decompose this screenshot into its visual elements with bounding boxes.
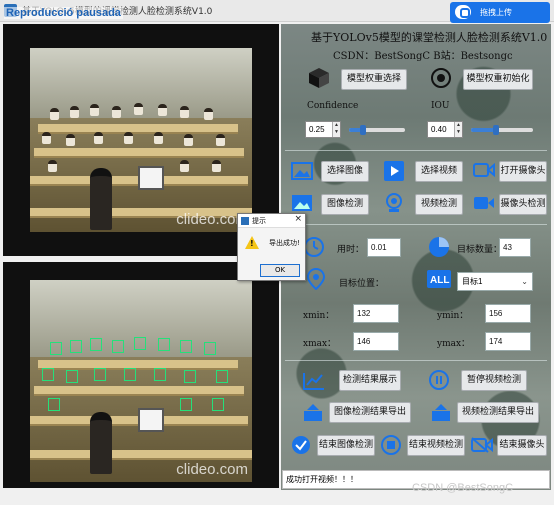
xmin-field: 132 <box>353 304 399 323</box>
ok-button[interactable]: OK <box>260 264 300 277</box>
stop-icon <box>381 435 401 455</box>
dialog-title: 提示 <box>252 217 266 225</box>
dialog-title-bar: 提示 × <box>238 214 305 228</box>
recording-tag: Reproducció pausada <box>4 7 123 19</box>
video-watermark: clideo.com <box>176 461 248 478</box>
end-video-button[interactable]: 结束视频检测 <box>407 435 465 456</box>
select-video-button[interactable]: 选择视频 <box>415 161 463 182</box>
check-circle-icon <box>292 436 310 454</box>
control-panel: 基于YOLOv5模型的课堂检测人脸检测系统V1.0 CSDN：BestSongC… <box>281 24 551 490</box>
target-position-label: 目标位置： <box>339 279 385 289</box>
chevron-down-icon: ⌄ <box>521 277 528 286</box>
line-chart-icon <box>303 373 324 390</box>
end-image-button[interactable]: 结束图像检测 <box>317 435 375 456</box>
camcorder-icon <box>474 197 494 209</box>
target-select-dropdown[interactable]: 目标1 ⌄ <box>457 272 533 291</box>
upload-icon <box>304 404 322 421</box>
video-detect-button[interactable]: 视频检测 <box>415 194 463 215</box>
camera-off-icon <box>471 437 493 453</box>
export-image-button[interactable]: 图像检测结果导出 <box>329 402 411 423</box>
target-count-field: 43 <box>499 238 531 257</box>
message-dialog: 提示 × ! 导出成功! OK <box>237 213 306 281</box>
confidence-spinbox[interactable]: 0.25 ▲ ▼ <box>305 121 341 138</box>
upload-label: 拖拽上传 <box>480 8 512 17</box>
camera-icon <box>473 162 495 178</box>
original-video-frame: clideo.com <box>30 48 252 232</box>
confidence-slider[interactable] <box>349 125 405 135</box>
iou-slider[interactable] <box>471 125 533 135</box>
open-camera-button[interactable]: 打开摄像头 <box>499 161 547 182</box>
video-play-icon <box>384 161 404 181</box>
clock-icon <box>304 237 324 257</box>
webcam-icon <box>386 193 402 212</box>
picture-icon <box>292 195 312 211</box>
cube-icon <box>309 68 329 88</box>
iou-label: IOU <box>431 101 450 111</box>
panel-title: 基于YOLOv5模型的课堂检测人脸检测系统V1.0 <box>311 31 548 44</box>
model-weight-select-button[interactable]: 模型权重选择 <box>341 69 407 90</box>
app-window: 基于YOLOv5模型的课堂检测人脸检测系统V1.0 Reproducció pa… <box>0 0 554 505</box>
time-label: 用时： <box>337 245 365 255</box>
pause-video-button[interactable]: 暂停视频检测 <box>461 370 527 391</box>
ymax-label: ymax： <box>437 339 471 349</box>
upload-icon <box>432 404 450 421</box>
show-result-button[interactable]: 检测结果展示 <box>339 370 401 391</box>
dialog-message: 导出成功! <box>269 239 300 247</box>
pause-icon <box>429 370 449 390</box>
xmin-label: xmin： <box>303 311 335 321</box>
all-icon: ALL <box>427 270 451 288</box>
footer-watermark: CSDN @BestSongC <box>412 482 514 494</box>
export-video-button[interactable]: 视频检测结果导出 <box>457 402 539 423</box>
confidence-label: Confidence <box>307 101 359 111</box>
detection-view-panel: clideo.com <box>3 262 279 488</box>
ymax-field: 174 <box>485 332 531 351</box>
image-detect-button[interactable]: 图像检测 <box>321 194 369 215</box>
select-image-button[interactable]: 选择图像 <box>321 161 369 182</box>
cloud-upload-icon <box>455 5 471 19</box>
xmax-label: xmax： <box>303 339 337 349</box>
ymin-field: 156 <box>485 304 531 323</box>
close-icon[interactable]: × <box>294 214 302 224</box>
image-icon <box>291 162 313 180</box>
panel-subtitle: CSDN：BestSongC B站：Bestsongc <box>333 51 513 62</box>
xmax-field: 146 <box>353 332 399 351</box>
pie-chart-icon <box>429 237 449 257</box>
model-weight-init-button[interactable]: 模型权重初始化 <box>463 69 533 90</box>
time-field: 0.01 <box>367 238 401 257</box>
app-icon <box>241 217 249 225</box>
target-count-label: 目标数量： <box>457 245 503 255</box>
ymin-label: ymin： <box>437 311 469 321</box>
svg-text:ALL: ALL <box>430 275 449 286</box>
location-pin-icon <box>307 268 325 290</box>
iou-spinbox[interactable]: 0.40 ▲ ▼ <box>427 121 463 138</box>
target-settings-icon <box>431 68 451 88</box>
camera-detect-button[interactable]: 摄像头检测 <box>499 194 547 215</box>
upload-button[interactable]: 拖拽上传 <box>450 2 550 23</box>
detection-video-frame: clideo.com <box>30 280 252 482</box>
end-camera-button[interactable]: 结束摄像头 <box>497 435 547 456</box>
